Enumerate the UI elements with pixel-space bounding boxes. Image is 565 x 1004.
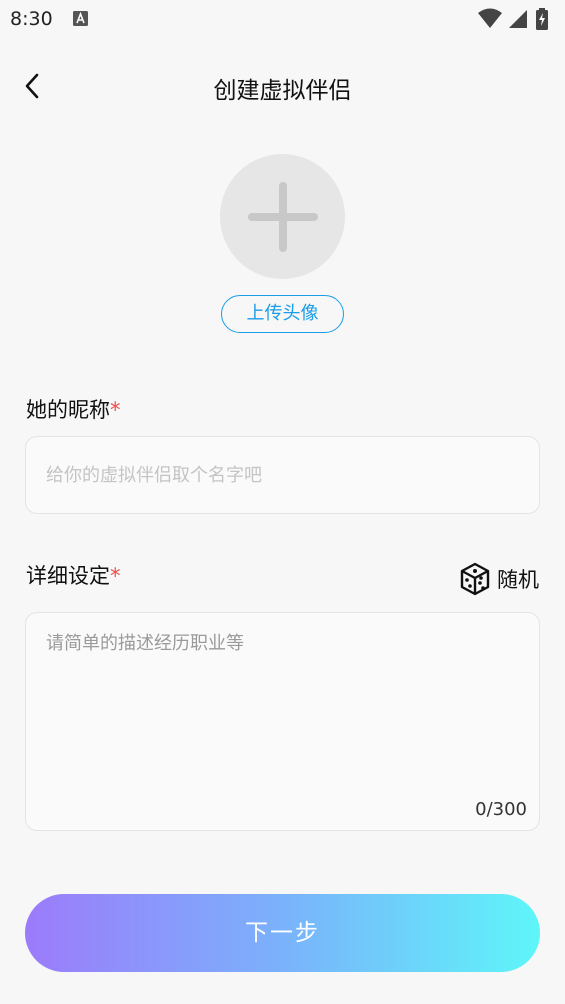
char-counter: 0/300 — [475, 799, 527, 820]
header: 创建虚拟伴侣 — [0, 58, 565, 114]
required-mark: * — [110, 564, 121, 588]
details-field-container: 0/300 — [25, 612, 540, 831]
status-bar: 8:30 — [0, 0, 565, 40]
nickname-label: 她的昵称* — [26, 394, 121, 424]
random-button[interactable]: 随机 — [459, 562, 539, 596]
nickname-field-container — [25, 436, 540, 514]
random-label: 随机 — [497, 568, 539, 592]
avatar-placeholder[interactable] — [220, 154, 345, 279]
page-title: 创建虚拟伴侣 — [213, 78, 352, 104]
details-label: 详细设定* — [26, 560, 121, 590]
status-icons — [477, 8, 557, 30]
next-step-button[interactable]: 下一步 — [25, 894, 540, 972]
nickname-input[interactable] — [44, 437, 518, 514]
dice-icon — [460, 562, 490, 596]
signal-icon — [509, 10, 527, 28]
status-time: 8:30 — [10, 8, 53, 30]
wifi-icon — [478, 8, 502, 28]
details-textarea[interactable] — [44, 627, 523, 791]
a-notification-icon — [73, 11, 88, 26]
upload-avatar-button[interactable]: 上传头像 — [221, 295, 344, 333]
required-mark: * — [110, 398, 121, 422]
plus-icon — [247, 181, 318, 252]
battery-charging-icon — [536, 8, 548, 30]
details-label-text: 详细设定 — [26, 564, 110, 588]
nickname-label-text: 她的昵称 — [26, 398, 110, 422]
